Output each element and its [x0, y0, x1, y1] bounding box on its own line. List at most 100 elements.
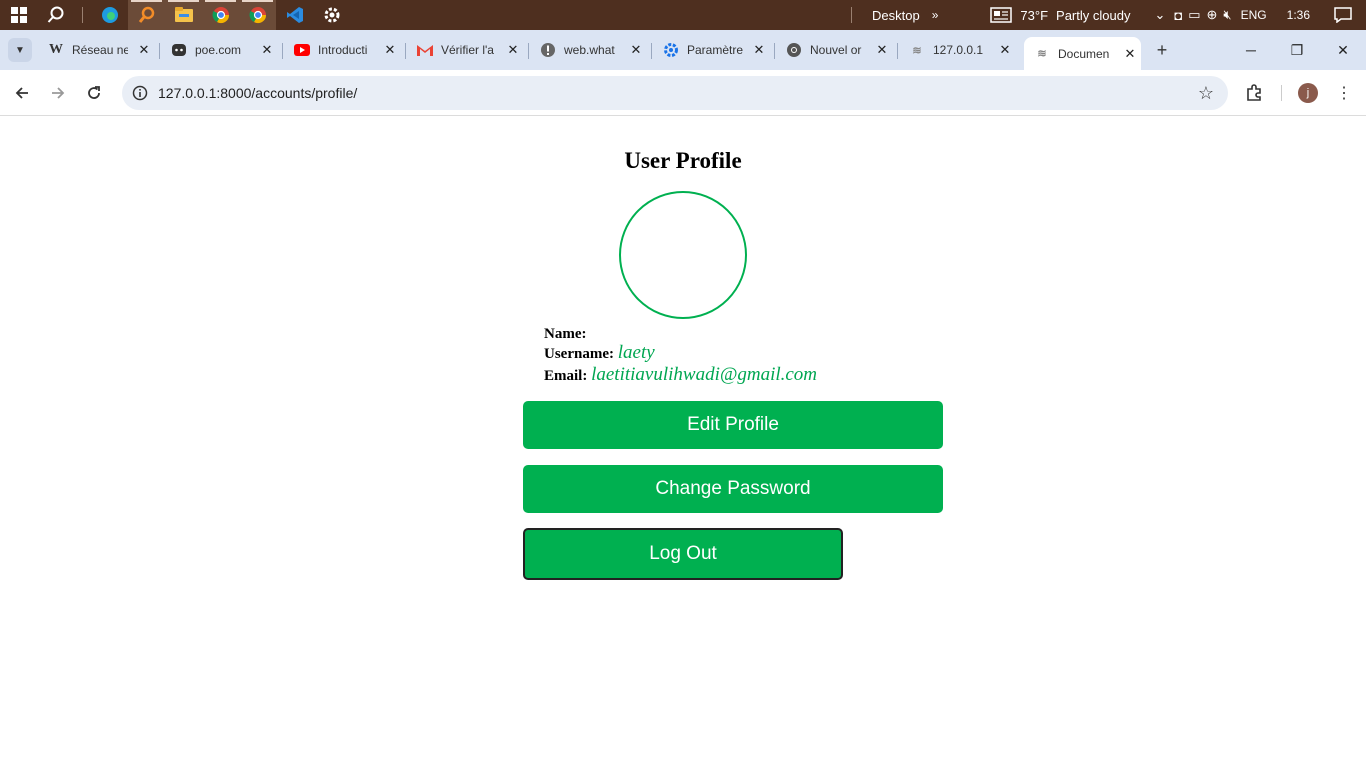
url-text[interactable]: 127.0.0.1:8000/accounts/profile/ [158, 85, 357, 101]
tab-wikipedia[interactable]: W Réseau ne ✕ [48, 37, 152, 63]
email-label: Email: [544, 368, 588, 384]
language-indicator[interactable]: ENG [1235, 8, 1277, 22]
back-arrow-icon[interactable] [8, 79, 36, 107]
vscode-icon[interactable] [276, 0, 313, 30]
edge-icon[interactable] [91, 0, 128, 30]
close-tab-icon[interactable]: ✕ [505, 42, 521, 58]
logout-button[interactable]: Log Out [523, 528, 843, 580]
tab-title: Paramètre [687, 43, 743, 57]
site-info-icon[interactable] [122, 85, 158, 101]
browser-toolbar: 127.0.0.1:8000/accounts/profile/ ☆ j ⋮ [0, 70, 1366, 116]
tab-title: 127.0.0.1 [933, 43, 984, 57]
system-tray: Desktop » 73°F Partly cloudy ⌄ ◘ ▭ ⊕ 🔇︎ … [843, 0, 1366, 30]
close-tab-icon[interactable]: ✕ [136, 42, 152, 58]
more-menu-icon[interactable]: ⋮ [1330, 79, 1358, 107]
close-tab-icon[interactable]: ✕ [382, 42, 398, 58]
poe-icon [171, 42, 187, 58]
tab-poe[interactable]: poe.com ✕ [171, 37, 275, 63]
bookmark-star-icon[interactable]: ☆ [1198, 83, 1214, 104]
chevron-right-double-icon[interactable]: » [926, 8, 945, 22]
new-tab-plus-icon[interactable]: + [1150, 38, 1174, 62]
edit-profile-button[interactable]: Edit Profile [523, 401, 943, 449]
tab-title: Vérifier l'a [441, 43, 494, 57]
forward-arrow-icon[interactable] [44, 79, 72, 107]
chrome-profile-taskbar-icon[interactable] [239, 0, 276, 30]
taskbar-divider [82, 7, 83, 23]
tab-gmail[interactable]: Vérifier l'a ✕ [417, 37, 521, 63]
tab-title: Introducti [318, 43, 368, 57]
toolbar-divider [1281, 85, 1282, 101]
tab-divider [651, 43, 652, 59]
close-window-icon[interactable]: ✕ [1320, 30, 1366, 70]
tab-localhost[interactable]: ≋ 127.0.0.1 ✕ [909, 37, 1013, 63]
profile-avatar[interactable]: j [1298, 83, 1318, 103]
close-tab-icon[interactable]: ✕ [1122, 46, 1138, 62]
username-row: Username: laety [544, 342, 655, 364]
extensions-puzzle-icon[interactable] [1240, 79, 1268, 107]
page-icon: ≋ [912, 44, 922, 57]
chevron-down-icon[interactable]: ⌄ [1148, 7, 1171, 23]
tab-parametres[interactable]: Paramètre ✕ [663, 37, 767, 63]
weather-condition[interactable]: Partly cloudy [1050, 8, 1136, 23]
file-explorer-icon[interactable] [165, 0, 202, 30]
tab-title: web.what [564, 43, 615, 57]
name-row: Name: [544, 322, 586, 344]
tab-divider [774, 43, 775, 59]
news-widget-icon[interactable] [990, 7, 1013, 23]
tab-document-active[interactable]: ≋ Documen ✕ [1024, 37, 1141, 70]
username-label: Username: [544, 346, 614, 362]
page-title: User Profile [624, 148, 742, 173]
wikipedia-icon: W [49, 42, 63, 57]
email-value: laetitiavulihwadi@gmail.com [591, 364, 818, 385]
name-label: Name: [544, 326, 587, 342]
tab-search-chevron-down-icon[interactable]: ▼ [8, 38, 32, 62]
email-row: Email: laetitiavulihwadi@gmail.com [544, 364, 817, 386]
battery-icon[interactable]: ▭ [1185, 7, 1203, 23]
change-password-button[interactable]: Change Password [523, 465, 943, 513]
windows-start-icon[interactable] [0, 0, 37, 30]
close-tab-icon[interactable]: ✕ [874, 42, 890, 58]
tab-divider [405, 43, 406, 59]
tab-divider [159, 43, 160, 59]
close-tab-icon[interactable]: ✕ [628, 42, 644, 58]
desktop-toolbar-label[interactable]: Desktop [866, 8, 926, 23]
tab-web-what[interactable]: web.what ✕ [540, 37, 644, 63]
network-globe-icon[interactable]: ⊕ [1204, 7, 1221, 23]
volume-muted-icon[interactable]: 🔇︎ [1220, 7, 1234, 23]
tab-title: Documen [1058, 46, 1110, 61]
minimize-icon[interactable]: ─ [1228, 30, 1274, 70]
username-value: laety [617, 342, 655, 363]
search-icon[interactable] [37, 0, 74, 30]
profile-picture [619, 191, 747, 319]
close-tab-icon[interactable]: ✕ [259, 42, 275, 58]
restore-icon[interactable]: ❐ [1274, 30, 1320, 70]
chrome-icon [786, 42, 802, 58]
browser-tab-strip: ▼ W Réseau ne ✕ poe.com ✕ Introducti ✕ V… [0, 30, 1366, 70]
alert-icon [540, 42, 556, 58]
weather-temperature[interactable]: 73°F [1018, 8, 1050, 23]
tray-divider [851, 7, 853, 23]
tab-title: Réseau ne [72, 43, 128, 57]
tab-divider [282, 43, 283, 59]
page-icon: ≋ [1037, 48, 1047, 60]
meet-now-icon[interactable]: ◘ [1171, 8, 1185, 23]
notifications-icon[interactable] [1326, 7, 1366, 23]
close-tab-icon[interactable]: ✕ [997, 42, 1013, 58]
profile-page: User Profile Name: Username: laety Email… [0, 117, 1366, 768]
tab-divider [528, 43, 529, 59]
reload-icon[interactable] [80, 79, 108, 107]
chrome-taskbar-icon[interactable] [202, 0, 239, 30]
tab-title: poe.com [195, 43, 242, 57]
search-everything-icon[interactable] [128, 0, 165, 30]
youtube-icon [294, 42, 310, 58]
tab-nouvel-onglet[interactable]: Nouvel or ✕ [786, 37, 890, 63]
gmail-icon [417, 42, 433, 58]
settings-app-icon[interactable] [313, 0, 350, 30]
tab-title: Nouvel or [810, 43, 862, 57]
clock[interactable]: 1:36 [1277, 8, 1326, 22]
tab-divider [897, 43, 898, 59]
address-bar[interactable]: 127.0.0.1:8000/accounts/profile/ ☆ [122, 76, 1228, 110]
tab-youtube[interactable]: Introducti ✕ [294, 37, 398, 63]
close-tab-icon[interactable]: ✕ [751, 42, 767, 58]
settings-gear-icon [663, 42, 679, 58]
